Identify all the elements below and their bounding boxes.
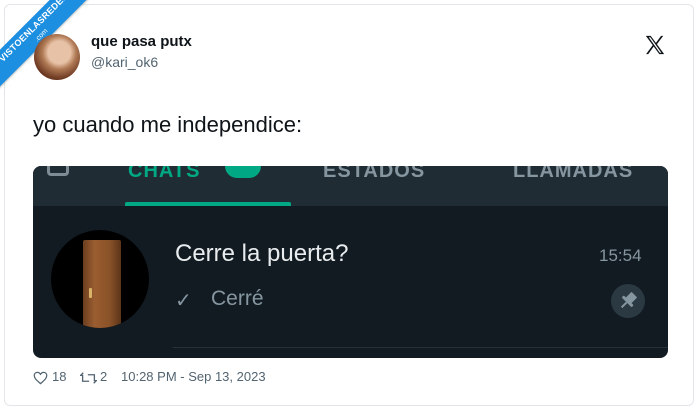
retweet-icon[interactable]	[80, 371, 97, 385]
tab-chats: CHATS	[128, 166, 201, 182]
tab-bar: CHATS ESTADOS LLAMADAS	[33, 166, 668, 206]
chats-badge	[225, 166, 261, 178]
retweet-count: 2	[100, 369, 108, 384]
tab-llamadas: LLAMADAS	[513, 166, 634, 182]
active-tab-indicator	[125, 202, 291, 206]
author-display-name[interactable]: que pasa putx	[91, 33, 192, 50]
like-count: 18	[52, 369, 67, 384]
chat-divider	[173, 347, 668, 348]
tweet-text: yo cuando me independice:	[33, 112, 303, 137]
door-image	[83, 240, 121, 328]
tweet-timestamp[interactable]: 10:28 PM - Sep 13, 2023	[121, 369, 266, 384]
check-icon: ✓	[175, 290, 192, 312]
x-logo-icon[interactable]	[644, 34, 666, 56]
author-handle[interactable]: @kari_ok6	[91, 54, 158, 70]
chat-title: Cerre la puerta?	[175, 240, 349, 267]
attached-screenshot[interactable]: CHATS ESTADOS LLAMADAS Cerre la puerta? …	[33, 166, 668, 358]
chat-preview: Cerré	[211, 287, 264, 310]
pin-icon	[611, 284, 645, 318]
chat-time: 15:54	[599, 246, 642, 265]
chat-avatar	[51, 230, 149, 328]
heart-icon[interactable]	[33, 371, 48, 385]
author-avatar[interactable]	[34, 34, 80, 80]
tab-estados: ESTADOS	[323, 166, 426, 182]
camera-icon	[47, 166, 69, 176]
